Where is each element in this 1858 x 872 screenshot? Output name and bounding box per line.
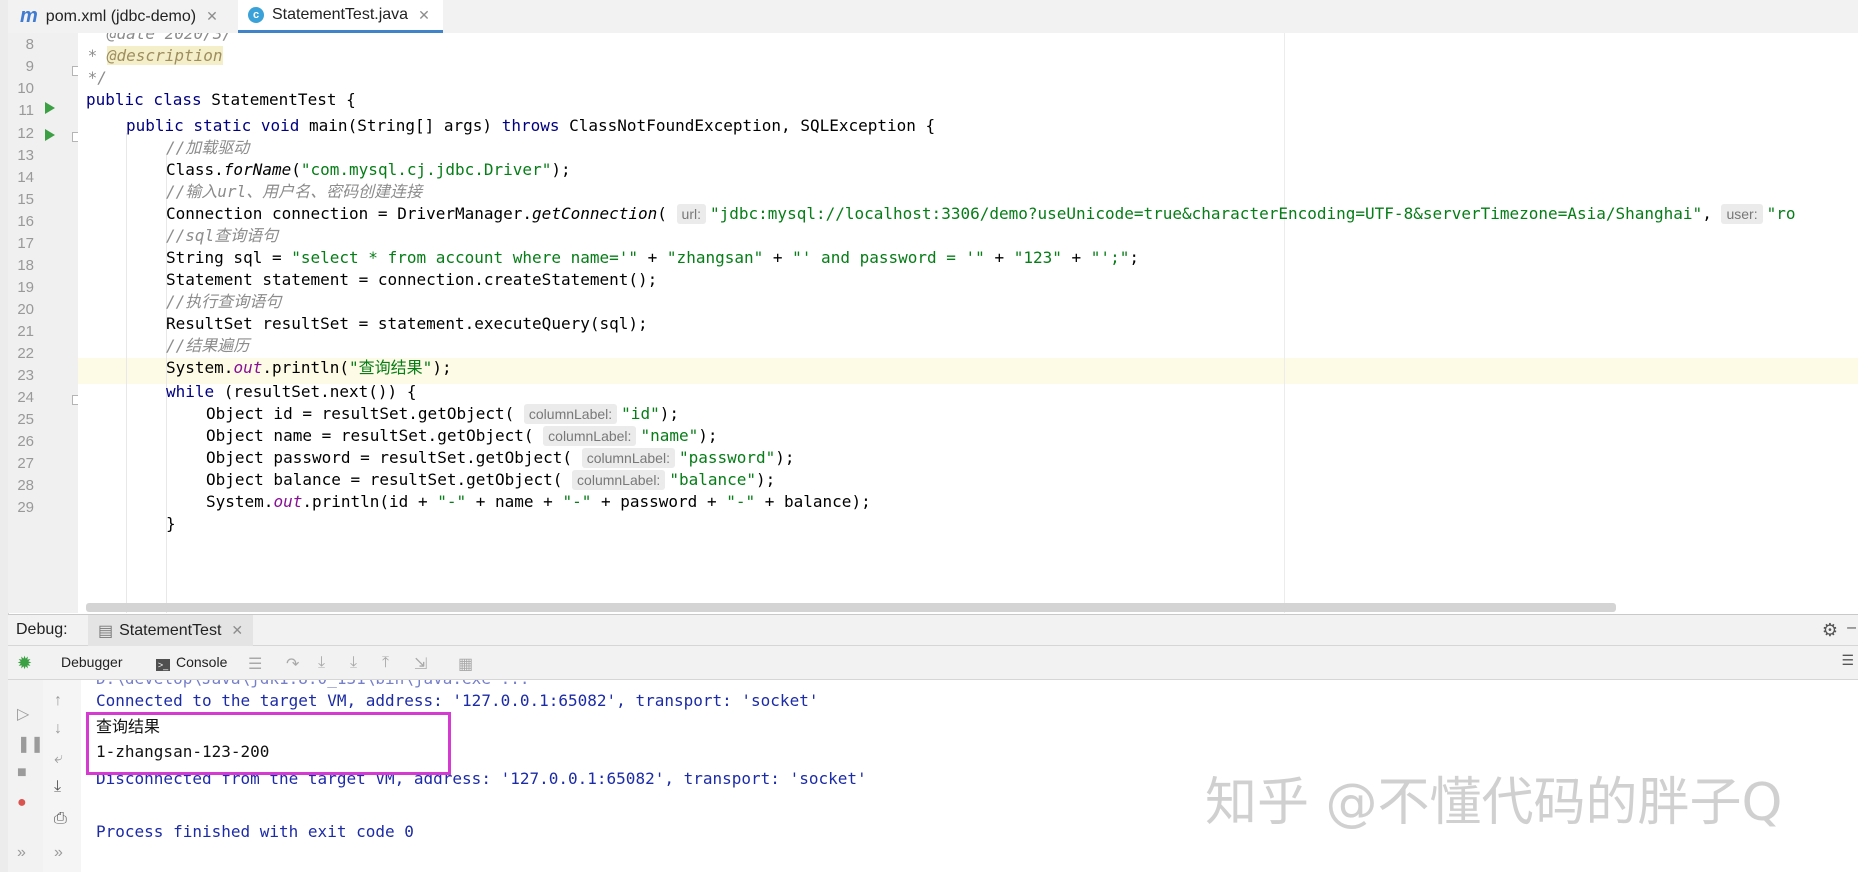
param-hint: user: bbox=[1721, 204, 1763, 224]
resume-icon[interactable]: ▷ bbox=[17, 704, 29, 724]
editor-tab-bar: m pom.xml (jdbc-demo) ✕ c StatementTest.… bbox=[8, 0, 1858, 34]
down-arrow-icon[interactable]: ↓ bbox=[54, 720, 62, 738]
more-icon[interactable]: » bbox=[54, 844, 63, 862]
run-main-icon[interactable] bbox=[45, 129, 55, 141]
step-out-icon[interactable]: ⤒ bbox=[382, 654, 389, 672]
up-arrow-icon[interactable]: ↑ bbox=[54, 692, 62, 710]
code-line-22: System.out.println("查询结果"); bbox=[166, 358, 452, 377]
close-icon[interactable]: ✕ bbox=[418, 7, 430, 24]
scroll-to-end-icon[interactable]: ⤓ bbox=[54, 778, 61, 796]
debug-tool-window-header: Debug: ▤ StatementTest ✕ ⚙ – bbox=[8, 614, 1858, 646]
close-icon[interactable]: ✕ bbox=[206, 8, 218, 25]
line-number: 18 bbox=[17, 257, 34, 274]
breakpoints-icon[interactable]: ● bbox=[17, 794, 27, 812]
console-line-connected: Connected to the target VM, address: '12… bbox=[96, 691, 819, 710]
tab-label: pom.xml (jdbc-demo) bbox=[45, 7, 197, 25]
param-hint: columnLabel: bbox=[523, 404, 618, 424]
console-icon: >_ bbox=[156, 659, 170, 671]
console-line-finished: Process finished with exit code 0 bbox=[96, 822, 414, 841]
param-hint: columnLabel: bbox=[572, 470, 666, 490]
debug-actions-left: ▷ ❚❚ ■ ● » bbox=[8, 680, 44, 872]
menu-icon[interactable]: ☰ bbox=[248, 654, 262, 674]
console-tab-label: Console bbox=[176, 654, 228, 670]
right-margin-guide bbox=[1284, 33, 1285, 613]
code-line-15: Connection connection = DriverManager.ge… bbox=[166, 204, 1796, 224]
line-number: 9 bbox=[25, 58, 34, 75]
print-icon[interactable]: ⎙ bbox=[54, 810, 67, 828]
param-hint: url: bbox=[676, 204, 706, 224]
line-number: 29 bbox=[17, 499, 34, 516]
param-hint: columnLabel: bbox=[581, 448, 675, 468]
line-number: 23 bbox=[17, 367, 34, 384]
indent-guide bbox=[126, 133, 127, 613]
run-to-cursor-icon[interactable]: ⇲ bbox=[414, 654, 427, 674]
console-tab[interactable]: >_ Console bbox=[156, 654, 227, 671]
debugger-tab[interactable]: Debugger bbox=[61, 654, 123, 670]
stop-icon[interactable]: ■ bbox=[17, 764, 27, 782]
line-number: 8 bbox=[25, 36, 34, 53]
debug-label: Debug: bbox=[16, 621, 68, 638]
pause-icon[interactable]: ❚❚ bbox=[17, 734, 44, 754]
line-number-gutter[interactable]: 8 9 10 11 12 13 14 15 16 17 18 19 20 21 … bbox=[8, 33, 78, 613]
line-number: 26 bbox=[17, 433, 34, 450]
minimize-icon[interactable]: – bbox=[1847, 619, 1856, 637]
layout-icon[interactable]: ☰ bbox=[1841, 652, 1858, 669]
code-line-10: public class StatementTest { bbox=[86, 90, 356, 109]
maven-icon: m bbox=[20, 5, 38, 27]
run-class-icon[interactable] bbox=[45, 102, 55, 114]
code-line-29: } bbox=[166, 514, 176, 533]
bug-icon: ✹ bbox=[17, 653, 33, 673]
tab-pom-xml[interactable]: m pom.xml (jdbc-demo) ✕ bbox=[10, 0, 232, 33]
debug-session-label: StatementTest bbox=[119, 621, 222, 639]
line-number: 27 bbox=[17, 455, 34, 472]
line-number: 16 bbox=[17, 213, 34, 230]
line-number: 22 bbox=[17, 345, 34, 362]
line-number: 28 bbox=[17, 477, 34, 494]
tab-label: StatementTest.java bbox=[272, 6, 409, 23]
close-icon[interactable]: ✕ bbox=[231, 622, 243, 639]
line-number: 10 bbox=[17, 80, 34, 97]
java-class-icon: c bbox=[248, 7, 264, 23]
debug-session-tab[interactable]: ▤ StatementTest ✕ bbox=[88, 615, 254, 646]
console-actions: ↑ ↓ ⤶ ⤓ ⎙ » bbox=[43, 680, 82, 872]
line-number: 15 bbox=[17, 191, 34, 208]
session-icon: ▤ bbox=[98, 622, 114, 640]
line-number: 14 bbox=[17, 169, 34, 186]
code-editor[interactable]: @date 2020/3/ * @description */ public c… bbox=[78, 33, 1858, 613]
debug-toolbar: ✹ Debugger >_ Console ☰ ↷ ⤓ ⤓ ⤒ ⇲ ▦ bbox=[8, 646, 1858, 680]
line-number: 11 bbox=[18, 102, 34, 119]
line-number: 20 bbox=[17, 301, 34, 318]
soft-wrap-icon[interactable]: ⤶ bbox=[54, 750, 63, 768]
line-number: 25 bbox=[17, 411, 34, 428]
highlight-box bbox=[86, 712, 451, 775]
line-number: 24 bbox=[17, 389, 34, 406]
watermark: 知乎 @不懂代码的胖子Q bbox=[1205, 773, 1783, 833]
line-number: 19 bbox=[17, 279, 34, 296]
tab-statement-test[interactable]: c StatementTest.java ✕ bbox=[238, 0, 443, 33]
force-step-into-icon[interactable]: ⤓ bbox=[350, 654, 357, 672]
step-over-icon[interactable]: ↷ bbox=[286, 654, 299, 674]
evaluate-icon[interactable]: ▦ bbox=[458, 654, 473, 674]
param-hint: columnLabel: bbox=[543, 426, 637, 446]
more-icon[interactable]: » bbox=[17, 844, 26, 862]
line-number: 21 bbox=[17, 323, 34, 340]
line-number: 12 bbox=[17, 125, 34, 142]
gear-icon[interactable]: ⚙ bbox=[1822, 620, 1838, 641]
step-into-icon[interactable]: ⤓ bbox=[318, 654, 325, 672]
line-number: 13 bbox=[17, 147, 34, 164]
line-number: 17 bbox=[17, 235, 34, 252]
code-line-28: System.out.println(id + "-" + name + "-"… bbox=[206, 492, 871, 511]
horizontal-scrollbar[interactable] bbox=[86, 603, 1616, 612]
